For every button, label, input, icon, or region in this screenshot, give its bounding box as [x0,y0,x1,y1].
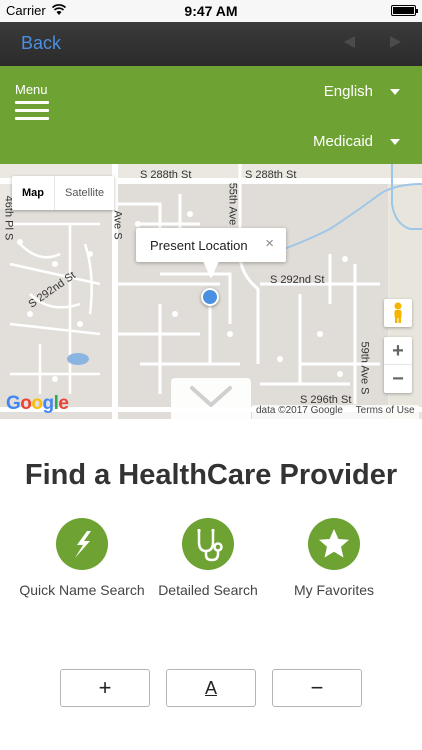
street-label: 55th Ave [226,182,239,226]
language-dropdown[interactable]: English [324,83,400,100]
pegman-icon[interactable] [384,299,412,327]
street-label: S 292nd St [270,274,325,286]
street-label: 59th Ave S [358,341,371,395]
popup-text: Present Location [150,238,248,253]
star-icon [308,518,360,570]
chevron-down-icon [190,386,232,407]
page-title: Find a HealthCare Provider [24,459,398,491]
plan-value: Medicaid [312,133,373,150]
popup-pointer [203,261,219,279]
close-icon[interactable]: × [265,235,274,252]
zoom-in-button[interactable]: + [384,337,412,365]
chevron-down-icon [390,138,400,145]
feature-label: Quick Name Search [19,582,145,598]
app-header: Menu English Medicaid [0,66,422,164]
back-button[interactable]: Back [21,33,61,54]
street-label: S 288th St [245,169,297,181]
decrease-text-size-button[interactable]: − [272,669,362,707]
street-label: S 288th St [140,169,192,181]
zoom-control: + − [384,337,412,393]
language-value: English [323,83,373,100]
plan-dropdown[interactable]: Medicaid [313,133,400,150]
terms-of-use-link[interactable]: Terms of Use [356,405,415,416]
street-label: Ave S [111,210,124,240]
increase-text-size-button[interactable]: + [60,669,150,707]
feature-label: Detailed Search [158,582,258,598]
default-text-size-button[interactable]: A [166,669,256,707]
detailed-search-button[interactable]: Detailed Search [138,518,278,598]
location-map[interactable]: S 288th St S 288th St 46th Pl S Ave S 55… [0,164,422,419]
map-view-button[interactable]: Map [12,176,54,210]
my-favorites-button[interactable]: My Favorites [264,518,404,598]
lightning-icon [56,518,108,570]
status-time: 9:47 AM [184,3,238,19]
next-arrow-icon[interactable] [390,36,401,48]
satellite-view-button[interactable]: Satellite [54,176,114,210]
status-bar: Carrier 9:47 AM [0,0,422,22]
map-type-control: Map Satellite [12,176,115,210]
hamburger-menu-icon[interactable] [15,101,49,120]
map-attribution: data ©2017 Google Terms of Use [252,405,419,419]
battery-icon [391,5,418,16]
stethoscope-icon [182,518,234,570]
zoom-out-button[interactable]: − [384,365,412,393]
present-location-popup: Present Location × [136,228,286,262]
attribution-text: data ©2017 Google [256,405,343,416]
current-location-marker[interactable] [201,288,219,306]
chevron-down-icon [390,88,400,95]
collapse-map-button[interactable] [171,378,251,419]
quick-name-search-button[interactable]: Quick Name Search [12,518,152,598]
google-logo: Google [6,393,69,414]
previous-arrow-icon[interactable] [344,36,355,48]
menu-label: Menu [15,82,48,97]
feature-label: My Favorites [293,582,375,598]
navigation-bar: Back [0,22,422,66]
